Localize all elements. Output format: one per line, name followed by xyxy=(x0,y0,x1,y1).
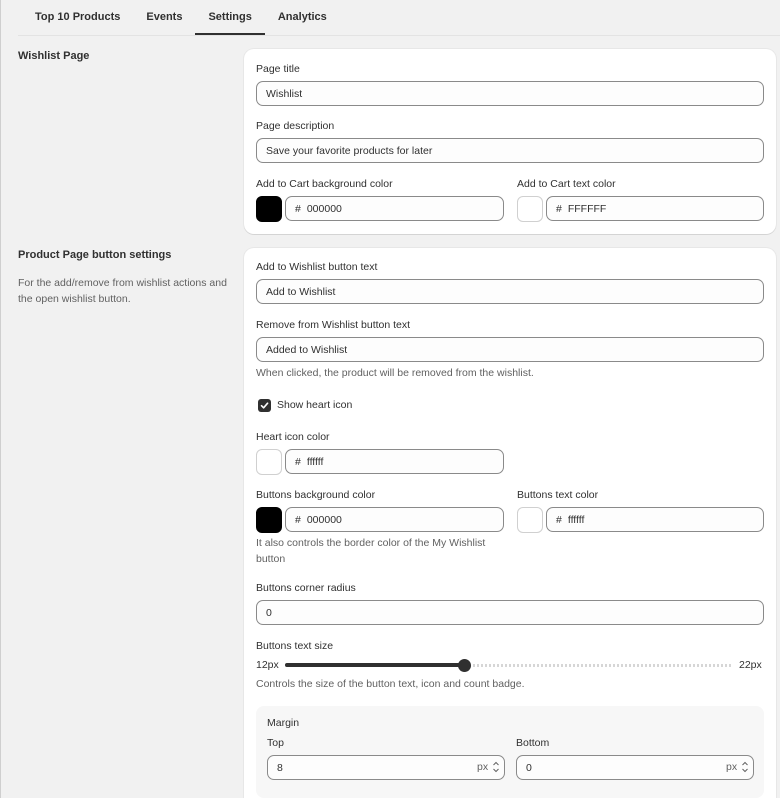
buttons-bg-color-value: 000000 xyxy=(306,513,342,526)
cart-bg-color-value: 000000 xyxy=(306,202,342,215)
remove-text-label: Remove from Wishlist button text xyxy=(256,319,411,331)
buttons-bg-color-label: Buttons background color xyxy=(256,489,376,501)
remove-text-value: Added to Wishlist xyxy=(266,343,348,356)
cart-bg-color-input[interactable]: # 000000 xyxy=(285,196,504,221)
cart-bg-color-label: Add to Cart background color xyxy=(256,178,393,190)
hash-prefix: # xyxy=(295,513,301,526)
product-page-description: For the add/remove from wishlist actions… xyxy=(18,277,227,305)
remove-text-input[interactable]: Added to Wishlist xyxy=(256,337,764,362)
buttons-bg-color-swatch[interactable] xyxy=(256,507,282,533)
left-border xyxy=(0,0,1,798)
add-text-input[interactable]: Add to Wishlist xyxy=(256,279,764,304)
text-size-label: Buttons text size xyxy=(256,640,334,652)
corner-radius-input[interactable]: 0 xyxy=(256,600,764,625)
tab-settings[interactable]: Settings xyxy=(195,0,266,35)
show-heart-label[interactable]: Show heart icon xyxy=(277,399,352,411)
text-size-min: 12px xyxy=(256,659,279,671)
remove-text-help: When clicked, the product will be remove… xyxy=(256,367,534,379)
heart-color-label: Heart icon color xyxy=(256,431,330,443)
margin-top-label: Top xyxy=(267,737,284,749)
hash-prefix: # xyxy=(556,513,562,526)
margin-bottom-label: Bottom xyxy=(516,737,550,749)
tab-bar: Top 10 Products Events Settings Analytic… xyxy=(22,0,340,36)
buttons-text-color-swatch[interactable] xyxy=(517,507,543,533)
page-description-input[interactable]: Save your favorite products for later xyxy=(256,138,764,163)
corner-radius-label: Buttons corner radius xyxy=(256,582,356,594)
page-description-label: Page description xyxy=(256,120,335,132)
text-size-help: Controls the size of the button text, ic… xyxy=(256,678,525,690)
hash-prefix: # xyxy=(556,202,562,215)
cart-text-color-swatch[interactable] xyxy=(517,196,543,222)
cart-text-color-value: FFFFFF xyxy=(567,202,607,215)
margin-top-input[interactable]: 8 xyxy=(267,755,505,780)
add-text-label: Add to Wishlist button text xyxy=(256,261,378,273)
tab-top-10-products[interactable]: Top 10 Products xyxy=(22,0,133,34)
margin-label: Margin xyxy=(267,717,300,729)
margin-group xyxy=(256,706,764,798)
tabs-divider xyxy=(18,35,780,36)
heart-color-input[interactable]: # ffffff xyxy=(285,449,504,474)
hash-prefix: # xyxy=(295,455,301,468)
page-description-value: Save your favorite products for later xyxy=(266,144,433,157)
page-title-input[interactable]: Wishlist xyxy=(256,81,764,106)
wishlist-page-heading: Wishlist Page xyxy=(18,50,90,62)
heart-color-swatch[interactable] xyxy=(256,449,282,475)
product-page-heading: Product Page button settings xyxy=(18,249,172,261)
page-title-label: Page title xyxy=(256,63,300,75)
margin-bottom-unit: px xyxy=(726,761,738,773)
page-title-value: Wishlist xyxy=(266,87,303,100)
tab-events[interactable]: Events xyxy=(133,0,195,34)
margin-top-value: 8 xyxy=(277,761,283,774)
buttons-bg-color-input[interactable]: # 000000 xyxy=(285,507,504,532)
show-heart-checkbox[interactable] xyxy=(258,399,271,412)
stepper-icon[interactable] xyxy=(492,760,500,774)
buttons-text-color-value: ffffff xyxy=(567,513,585,526)
margin-top-unit: px xyxy=(477,761,489,773)
checkmark-icon xyxy=(260,402,269,409)
corner-radius-value: 0 xyxy=(266,606,272,619)
text-size-max: 22px xyxy=(739,659,762,671)
margin-bottom-value: 0 xyxy=(526,761,532,774)
settings-page: Top 10 Products Events Settings Analytic… xyxy=(0,0,780,798)
hash-prefix: # xyxy=(295,202,301,215)
text-size-slider-thumb[interactable] xyxy=(457,659,471,672)
buttons-bg-color-help: It also controls the border color of the… xyxy=(256,537,486,565)
heart-color-value: ffffff xyxy=(306,455,324,468)
buttons-text-color-label: Buttons text color xyxy=(517,489,599,501)
cart-text-color-label: Add to Cart text color xyxy=(517,178,616,190)
tab-analytics[interactable]: Analytics xyxy=(265,0,340,34)
add-text-value: Add to Wishlist xyxy=(266,285,336,298)
cart-bg-color-swatch[interactable] xyxy=(256,196,282,222)
buttons-text-color-input[interactable]: # ffffff xyxy=(546,507,764,532)
stepper-icon[interactable] xyxy=(741,760,749,774)
text-size-slider-fill xyxy=(285,663,465,667)
margin-bottom-input[interactable]: 0 xyxy=(516,755,754,780)
cart-text-color-input[interactable]: # FFFFFF xyxy=(546,196,764,221)
